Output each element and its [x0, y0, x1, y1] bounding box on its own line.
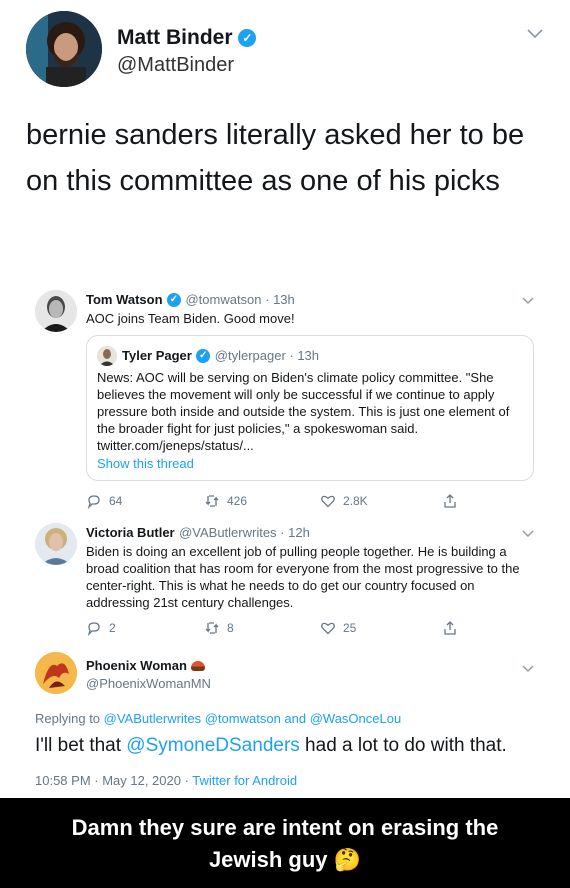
replying-to-line: Replying to @VAButlerwrites @tomwatson a…: [35, 711, 401, 726]
tweet1-text: AOC joins Team Biden. Good move!: [86, 311, 295, 326]
tweet3-handle[interactable]: @PhoenixWomanMN: [86, 676, 211, 691]
retweet-count: 426: [227, 494, 248, 508]
tweet1-name[interactable]: Tom Watson: [86, 292, 163, 307]
meme-caption: Damn they sure are intent on erasing the…: [0, 798, 570, 888]
author-name-text: Matt Binder: [117, 26, 233, 49]
tweet-text: bernie sanders literally asked her to be…: [26, 119, 525, 197]
quoted-tweet-card[interactable]: Tyler Pager ✓ @tylerpager · 13h News: AO…: [86, 335, 534, 481]
replying-to-prefix: Replying to: [35, 711, 104, 726]
tweet1-actions: 64 426 2.8K: [86, 493, 466, 509]
reply-button[interactable]: 64: [86, 493, 204, 509]
matt-binder-avatar[interactable]: [26, 11, 102, 87]
quote-handle-time: @tylerpager · 13h: [214, 348, 320, 363]
sunset-emoji-icon: [191, 660, 206, 671]
chevron-down-icon[interactable]: [522, 660, 534, 676]
heart-icon: [321, 622, 335, 635]
verified-badge-icon: ✓: [167, 292, 181, 307]
heart-icon: [321, 495, 335, 508]
tweet3-name[interactable]: Phoenix Woman: [86, 658, 187, 673]
tweet3-text-before: I'll bet that: [35, 735, 127, 756]
tweet3-timestamp[interactable]: 10:58 PM · May 12, 2020 ·: [35, 773, 192, 788]
meme-caption-text: Damn they sure are intent on erasing the…: [71, 815, 499, 872]
quote-header: Tyler Pager ✓ @tylerpager · 13h: [122, 347, 319, 365]
tyler-pager-avatar[interactable]: [97, 346, 117, 366]
tweet3-text: I'll bet that @SymoneDSanders had a lot …: [35, 735, 507, 757]
retweet-icon: [205, 495, 219, 507]
tweet3-timestamp-line: 10:58 PM · May 12, 2020 · Twitter for An…: [35, 773, 297, 788]
victoria-butler-avatar[interactable]: [35, 523, 77, 565]
reply-count: 2: [109, 621, 116, 635]
share-icon: [444, 621, 456, 635]
retweet-button[interactable]: 8: [204, 620, 320, 636]
retweet-button[interactable]: 426: [204, 493, 320, 509]
retweet-icon: [205, 622, 219, 634]
chevron-down-icon[interactable]: [527, 26, 543, 42]
tweet3-header: Phoenix Woman: [86, 657, 206, 675]
reply-icon: [87, 495, 100, 509]
chevron-down-icon[interactable]: [522, 292, 534, 308]
show-thread-link[interactable]: Show this thread: [97, 456, 194, 471]
tweet2-text: Biden is doing an excellent job of pulli…: [86, 544, 520, 610]
tweet1-handle-time[interactable]: @tomwatson · 13h: [185, 292, 294, 307]
verified-badge-icon: ✓: [238, 29, 257, 48]
tweet2-actions: 2 8 25: [86, 620, 466, 636]
tom-watson-avatar[interactable]: [35, 290, 77, 332]
retweet-count: 8: [227, 621, 234, 635]
like-count: 2.8K: [343, 494, 368, 508]
symone-mention-link[interactable]: @SymoneDSanders: [126, 735, 299, 756]
like-button[interactable]: 25: [320, 620, 442, 636]
verified-badge-icon: ✓: [196, 348, 211, 363]
tweet3-text-after: had a lot to do with that.: [299, 735, 507, 756]
author-handle[interactable]: @MattBinder: [117, 54, 234, 77]
quote-text: News: AOC will be serving on Biden's cli…: [97, 370, 510, 453]
like-count: 25: [343, 621, 357, 635]
tweet2-handle-time[interactable]: @VAButlerwrites · 12h: [179, 525, 310, 540]
tweet2-name[interactable]: Victoria Butler: [86, 525, 175, 540]
reply-count: 64: [109, 494, 123, 508]
quote-name: Tyler Pager: [122, 348, 192, 363]
author-name[interactable]: Matt Binder ✓: [117, 26, 257, 50]
tweet1-header: Tom Watson ✓ @tomwatson · 13h: [86, 291, 295, 309]
share-icon: [444, 494, 456, 508]
like-button[interactable]: 2.8K: [320, 493, 442, 509]
replying-to-mentions[interactable]: @VAButlerwrites @tomwatson and @WasOnceL…: [104, 711, 402, 726]
tweet2-header: Victoria Butler @VAButlerwrites · 12h: [86, 524, 310, 542]
phoenix-woman-avatar[interactable]: [35, 652, 77, 694]
chevron-down-icon[interactable]: [522, 525, 534, 541]
reply-icon: [87, 622, 100, 636]
twitter-client-link[interactable]: Twitter for Android: [192, 773, 297, 788]
share-button[interactable]: [442, 620, 458, 636]
share-button[interactable]: [442, 493, 458, 509]
reply-button[interactable]: 2: [86, 620, 204, 636]
